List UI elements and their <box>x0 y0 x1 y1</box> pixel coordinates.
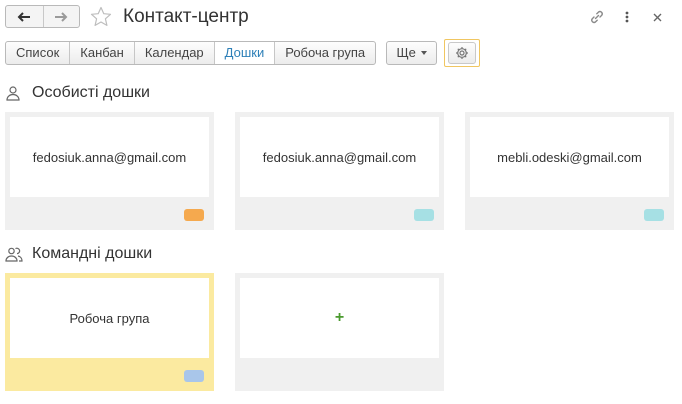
board-label: Робоча група <box>69 310 150 326</box>
toolbar: Список Канбан Календар Дошки Робоча груп… <box>5 38 481 67</box>
tab-list[interactable]: Список <box>6 42 69 64</box>
gear-icon <box>456 46 469 59</box>
board-card: fedosiuk.anna@gmail.com <box>10 117 209 197</box>
forward-button[interactable] <box>42 6 80 27</box>
people-icon <box>5 245 25 263</box>
board-card: fedosiuk.anna@gmail.com <box>240 117 439 197</box>
page-title: Контакт-центр <box>123 6 249 27</box>
board-label: fedosiuk.anna@gmail.com <box>262 149 417 165</box>
view-switcher: Список Канбан Календар Дошки Робоча груп… <box>5 40 377 65</box>
caret-down-icon <box>420 51 427 55</box>
personal-boards-title: Особисті дошки <box>32 84 150 101</box>
tab-calendar[interactable]: Календар <box>133 41 214 64</box>
back-button[interactable] <box>6 6 43 27</box>
board-tile[interactable]: fedosiuk.anna@gmail.com <box>235 112 444 230</box>
board-color-tag <box>184 370 204 382</box>
board-color-tag <box>184 209 204 221</box>
board-label: fedosiuk.anna@gmail.com <box>32 149 187 165</box>
tab-work-group[interactable]: Робоча група <box>274 41 375 64</box>
title-bar: Контакт-центр <box>0 0 682 36</box>
link-icon <box>591 10 603 24</box>
navigation-group <box>5 5 80 28</box>
menu-button[interactable] <box>612 7 642 27</box>
board-color-tag <box>644 209 664 221</box>
settings-button[interactable] <box>444 38 481 67</box>
board-tile[interactable]: Робоча група <box>5 273 214 391</box>
add-board-tile[interactable]: + <box>235 273 444 391</box>
plus-icon: + <box>334 309 345 326</box>
board-card: Робоча група <box>10 278 209 358</box>
personal-boards-header: Особисті дошки <box>5 82 150 104</box>
person-icon <box>5 84 25 102</box>
window-tools <box>582 7 672 27</box>
star-icon[interactable] <box>89 5 113 29</box>
board-tile[interactable]: mebli.odeski@gmail.com <box>465 112 674 230</box>
board-card: mebli.odeski@gmail.com <box>470 117 669 197</box>
tab-boards[interactable]: Дошки <box>213 41 275 64</box>
more-button[interactable]: Ще <box>386 40 438 65</box>
team-boards-header: Командні дошки <box>5 243 152 265</box>
settings-button-face <box>448 41 477 64</box>
board-color-tag <box>414 209 434 221</box>
board-tile[interactable]: fedosiuk.anna@gmail.com <box>5 112 214 230</box>
arrow-right-icon <box>55 11 68 22</box>
close-icon <box>653 13 661 21</box>
kebab-menu-icon <box>625 11 629 23</box>
arrow-left-icon <box>17 11 31 22</box>
tab-kanban[interactable]: Канбан <box>69 41 134 64</box>
close-button[interactable] <box>642 7 672 27</box>
link-button[interactable] <box>582 7 612 27</box>
team-boards-title: Командні дошки <box>32 245 153 262</box>
more-label: Ще <box>396 45 416 60</box>
add-board-card: + <box>240 278 439 358</box>
board-label: mebli.odeski@gmail.com <box>497 149 642 165</box>
